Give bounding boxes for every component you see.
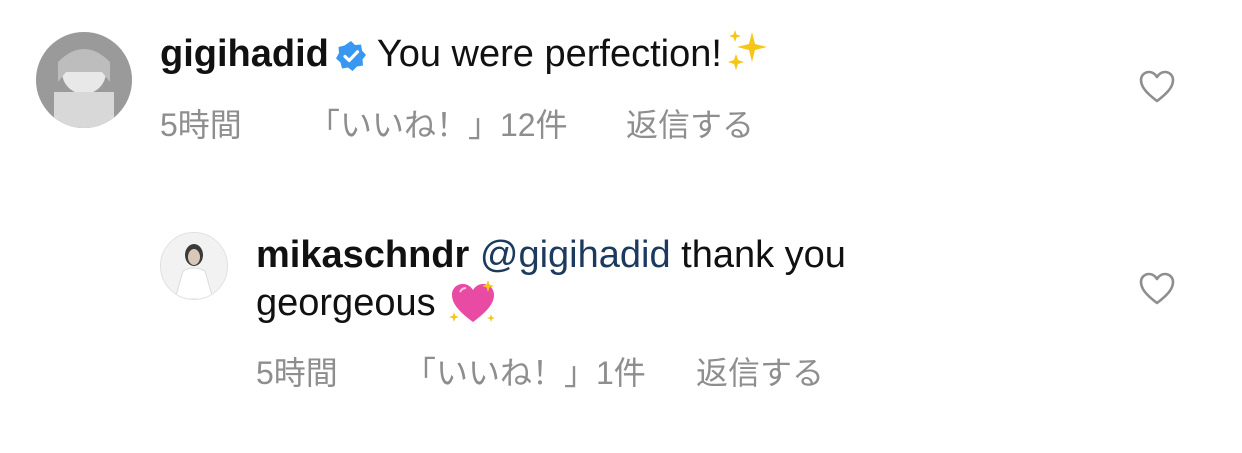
comment-mikaschndr: mikaschndr @gigihadid thank you georgeou…: [0, 200, 1242, 453]
username[interactable]: mikaschndr: [256, 234, 469, 276]
timestamp: 5時間: [256, 355, 338, 391]
comment-line-1: mikaschndr @gigihadid thank you: [256, 231, 846, 279]
mention-link[interactable]: @gigihadid: [480, 234, 671, 276]
verified-badge-icon: [335, 36, 367, 71]
avatar-mikaschndr[interactable]: [160, 232, 228, 300]
likes-count[interactable]: 「いいね！」12件: [308, 105, 626, 145]
avatar-image: [161, 233, 227, 299]
timestamp: 5時間: [160, 107, 242, 143]
avatar-gigihadid[interactable]: [36, 32, 132, 128]
avatar-image: [36, 32, 132, 128]
likes-count[interactable]: 「いいね！」1件: [404, 353, 696, 393]
comment-body-line-2: georgeous: [256, 282, 436, 324]
comment-meta: 5時間 「いいね！」1件 返信する: [256, 353, 824, 393]
like-heart-icon[interactable]: [1139, 272, 1175, 306]
sparkles-icon: [726, 28, 770, 72]
comment-meta: 5時間 「いいね！」12件 返信する: [160, 105, 754, 145]
comment-text: gigihadid You were perfection!: [160, 28, 770, 78]
comment-line-2: georgeous: [256, 279, 846, 330]
comment-body: You were perfection!: [376, 33, 722, 75]
username[interactable]: gigihadid: [160, 33, 329, 75]
sparkling-heart-icon: [448, 278, 498, 328]
comment-body-line-1: thank you: [681, 234, 846, 276]
comment-gigihadid: gigihadid You were perfection! 5時間 「いいね！…: [0, 0, 1242, 180]
like-heart-icon[interactable]: [1139, 70, 1175, 104]
reply-button[interactable]: 返信する: [626, 105, 754, 145]
reply-button[interactable]: 返信する: [696, 353, 824, 393]
comment-text: mikaschndr @gigihadid thank you georgeou…: [256, 231, 846, 330]
